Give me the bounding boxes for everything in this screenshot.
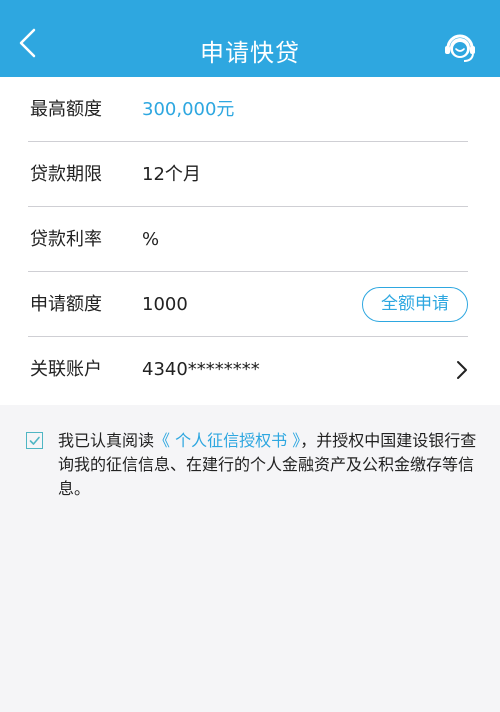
credit-authorization-link[interactable]: 《 个人征信授权书 》 xyxy=(154,431,300,450)
chevron-right-icon xyxy=(457,361,467,379)
full-amount-button[interactable]: 全额申请 xyxy=(362,287,468,322)
page-title: 申请快贷 xyxy=(200,39,300,67)
interest-rate-value: % xyxy=(142,229,160,250)
interest-rate-label: 贷款利率 xyxy=(30,229,102,250)
linked-account-label: 关联账户 xyxy=(30,359,102,380)
agreement-text: 我已认真阅读《 个人征信授权书 》，并授权中国建设银行查询我的征信信息、在建行的… xyxy=(58,429,478,501)
customer-service-button[interactable] xyxy=(442,28,478,64)
max-amount-value: 300,000元 xyxy=(142,99,235,120)
apply-amount-row: 申请额度 1000 全额申请 xyxy=(28,272,468,337)
loan-term-row[interactable]: 贷款期限 12个月 xyxy=(28,142,468,207)
max-amount-label: 最高额度 xyxy=(30,99,102,120)
loan-term-value: 12个月 xyxy=(142,164,201,185)
linked-account-value: 4340******** xyxy=(142,359,260,380)
customer-service-icon xyxy=(445,34,475,62)
max-amount-row: 最高额度 300,000元 xyxy=(28,77,468,142)
interest-rate-row: 贷款利率 % xyxy=(28,207,468,272)
app-header: 申请快贷 xyxy=(0,0,500,77)
apply-amount-label: 申请额度 xyxy=(30,294,102,315)
loan-term-label: 贷款期限 xyxy=(30,164,102,185)
apply-amount-input[interactable]: 1000 xyxy=(142,272,188,337)
linked-account-row[interactable]: 关联账户 4340******** xyxy=(28,337,468,402)
agreement-checkbox[interactable] xyxy=(26,432,43,449)
loan-form: 最高额度 300,000元 贷款期限 12个月 贷款利率 % 申请额度 1000… xyxy=(0,77,500,405)
check-icon xyxy=(29,436,40,445)
agreement-prefix: 我已认真阅读 xyxy=(58,431,155,450)
